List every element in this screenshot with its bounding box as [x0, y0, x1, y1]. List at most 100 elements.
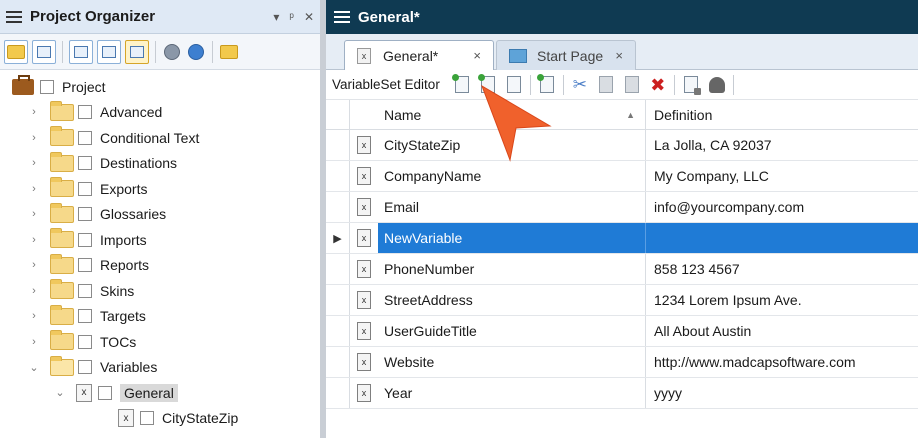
checkbox[interactable]: [78, 130, 92, 145]
tree-item-skins[interactable]: › Skins: [0, 278, 320, 304]
column-header-name[interactable]: Name ▲: [378, 100, 646, 129]
tree-item-imports[interactable]: › Imports: [0, 227, 320, 253]
add-variable-button[interactable]: [451, 74, 472, 95]
refresh-button[interactable]: [186, 42, 206, 62]
row-header[interactable]: [326, 347, 350, 377]
close-icon[interactable]: ×: [473, 48, 481, 63]
add-datetime-variable-button[interactable]: [477, 74, 498, 95]
menu-icon[interactable]: [334, 11, 350, 23]
copy-button[interactable]: [596, 75, 616, 95]
cell-definition[interactable]: http://www.madcapsoftware.com: [646, 347, 918, 377]
table-row[interactable]: x Email info@yourcompany.com: [326, 192, 918, 223]
cell-name[interactable]: Website: [378, 347, 646, 377]
checkbox[interactable]: [78, 181, 92, 196]
tree-item-citystatezip[interactable]: x CityStateZip: [0, 406, 320, 432]
checkbox[interactable]: [140, 411, 154, 426]
checkbox[interactable]: [78, 283, 92, 298]
chevron-right-icon[interactable]: ›: [28, 157, 40, 169]
close-icon[interactable]: ✕: [304, 10, 314, 24]
chevron-right-icon[interactable]: ›: [28, 285, 40, 297]
tree-item-advanced[interactable]: › Advanced: [0, 100, 320, 126]
checkbox[interactable]: [78, 207, 92, 222]
row-pointer-icon[interactable]: ▶: [326, 223, 350, 253]
cell-definition[interactable]: La Jolla, CA 92037: [646, 130, 918, 160]
checkbox[interactable]: [78, 334, 92, 349]
tab-general[interactable]: x General* ×: [344, 40, 494, 70]
new-folder-button[interactable]: [219, 42, 239, 62]
table-row[interactable]: x PhoneNumber 858 123 4567: [326, 254, 918, 285]
table-row[interactable]: x Year yyyy: [326, 378, 918, 409]
chevron-right-icon[interactable]: ›: [28, 132, 40, 144]
edit-variable-button[interactable]: [504, 75, 524, 95]
chevron-right-icon[interactable]: ›: [28, 106, 40, 118]
table-row-selected[interactable]: ▶ x NewVariable: [326, 223, 918, 254]
cell-name[interactable]: StreetAddress: [378, 285, 646, 315]
checkbox[interactable]: [78, 232, 92, 247]
table-row[interactable]: x CityStateZip La Jolla, CA 92037: [326, 130, 918, 161]
table-row[interactable]: x UserGuideTitle All About Austin: [326, 316, 918, 347]
checkbox[interactable]: [98, 385, 112, 400]
chevron-right-icon[interactable]: ›: [28, 183, 40, 195]
cell-name[interactable]: UserGuideTitle: [378, 316, 646, 346]
pin-icon[interactable]: ᵖ: [289, 10, 294, 24]
preview-button[interactable]: [707, 75, 727, 95]
cell-definition[interactable]: [646, 223, 918, 253]
chevron-right-icon[interactable]: ›: [28, 259, 40, 271]
collapse-all-button[interactable]: [97, 39, 121, 64]
checkbox[interactable]: [78, 309, 92, 324]
checkbox[interactable]: [78, 105, 92, 120]
cell-name[interactable]: NewVariable: [378, 223, 646, 253]
cell-definition[interactable]: yyyy: [646, 378, 918, 408]
expand-all-button[interactable]: [69, 39, 93, 64]
tab-start-page[interactable]: Start Page ×: [496, 40, 636, 70]
checkbox[interactable]: [78, 360, 92, 375]
chevron-right-icon[interactable]: ›: [28, 310, 40, 322]
delete-button[interactable]: ✖: [648, 75, 668, 95]
checkbox[interactable]: [78, 156, 92, 171]
close-icon[interactable]: ×: [615, 48, 623, 63]
tree-item-general[interactable]: ⌄ x General: [0, 380, 320, 406]
column-header-definition[interactable]: Definition: [646, 100, 918, 129]
properties-button[interactable]: [162, 42, 182, 62]
cell-name[interactable]: Year: [378, 378, 646, 408]
table-row[interactable]: x CompanyName My Company, LLC: [326, 161, 918, 192]
table-row[interactable]: x Website http://www.madcapsoftware.com: [326, 347, 918, 378]
chevron-right-icon[interactable]: ›: [28, 234, 40, 246]
list-view-button[interactable]: [32, 39, 56, 64]
tree-item-variables[interactable]: ⌄ Variables: [0, 355, 320, 381]
cell-definition[interactable]: info@yourcompany.com: [646, 192, 918, 222]
cell-name[interactable]: CityStateZip: [378, 130, 646, 160]
tree-item-project[interactable]: Project: [0, 74, 320, 100]
row-header[interactable]: [326, 378, 350, 408]
row-header[interactable]: [326, 316, 350, 346]
row-header[interactable]: [326, 285, 350, 315]
tree-item-exports[interactable]: › Exports: [0, 176, 320, 202]
cut-button[interactable]: ✂: [570, 75, 590, 95]
row-header[interactable]: [326, 192, 350, 222]
tree-item-tocs[interactable]: › TOCs: [0, 329, 320, 355]
cell-definition[interactable]: All About Austin: [646, 316, 918, 346]
chevron-right-icon[interactable]: ›: [28, 208, 40, 220]
cell-definition[interactable]: 858 123 4567: [646, 254, 918, 284]
row-header[interactable]: [326, 130, 350, 160]
tree-item-destinations[interactable]: › Destinations: [0, 151, 320, 177]
row-header[interactable]: [326, 161, 350, 191]
cell-name[interactable]: Email: [378, 192, 646, 222]
menu-icon[interactable]: [6, 10, 22, 23]
row-header[interactable]: [326, 254, 350, 284]
lock-button[interactable]: [681, 75, 701, 95]
dropdown-icon[interactable]: ▾: [273, 10, 279, 24]
paste-button[interactable]: [622, 75, 642, 95]
chevron-down-icon[interactable]: ⌄: [54, 386, 66, 399]
table-row[interactable]: x StreetAddress 1234 Lorem Ipsum Ave.: [326, 285, 918, 316]
grid-view-button[interactable]: [125, 39, 149, 64]
tree-item-glossaries[interactable]: › Glossaries: [0, 202, 320, 228]
cell-definition[interactable]: 1234 Lorem Ipsum Ave.: [646, 285, 918, 315]
chevron-down-icon[interactable]: ⌄: [28, 361, 40, 374]
copy-to-button[interactable]: [536, 74, 557, 95]
tree-item-conditional-text[interactable]: › Conditional Text: [0, 125, 320, 151]
cell-name[interactable]: CompanyName: [378, 161, 646, 191]
folder-view-button[interactable]: [4, 39, 28, 64]
chevron-right-icon[interactable]: ›: [28, 336, 40, 348]
checkbox[interactable]: [40, 79, 54, 94]
